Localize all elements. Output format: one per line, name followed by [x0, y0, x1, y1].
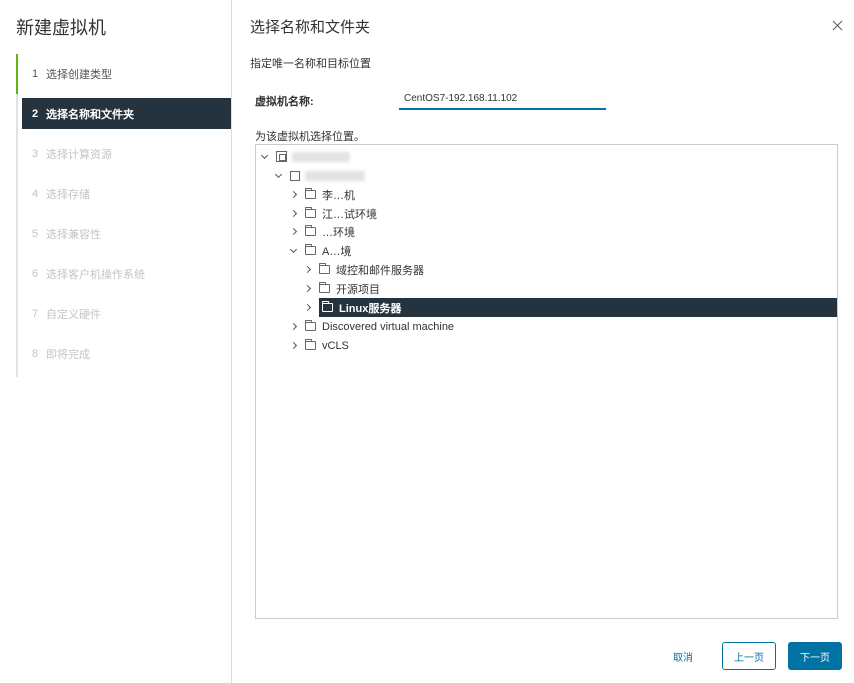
back-button[interactable]: 上一页 — [722, 642, 776, 670]
wizard-steps: 1 选择创建类型 2 选择名称和文件夹 3 选择计算资源 4 选择存储 5 选择兼容性 6… — [16, 54, 232, 377]
tree-node-folder[interactable]: Discovered virtual machine — [289, 317, 454, 336]
folder-label: 李…机 — [322, 189, 355, 202]
step-number: 6 — [32, 268, 39, 280]
wizard-main: 选择名称和文件夹 指定唯一名称和目标位置 虚拟机名称: 为该虚拟机选择位置。 李… — [232, 0, 854, 683]
tree-node-folder-expanded[interactable]: A…境 — [289, 241, 351, 260]
next-button[interactable]: 下一页 — [788, 642, 842, 670]
folder-tree: 李…机 江…试环境 …环境 A…境 域控和邮件服务器 开源项目 Linux服务器… — [255, 144, 838, 619]
step-2-name-folder[interactable]: 2 选择名称和文件夹 — [22, 98, 231, 129]
step-label: 选择创建类型 — [46, 69, 112, 81]
folder-icon — [305, 244, 316, 255]
tree-node-folder[interactable]: 江…试环境 — [289, 204, 377, 223]
folder-label: vCLS — [322, 339, 349, 352]
step-label: 选择名称和文件夹 — [46, 108, 134, 121]
chevron-right-icon[interactable] — [289, 209, 299, 219]
chevron-right-icon[interactable] — [289, 322, 299, 332]
folder-icon — [319, 282, 330, 293]
folder-label: …环境 — [322, 226, 355, 239]
step-number: 1 — [32, 68, 39, 80]
folder-icon — [305, 225, 316, 236]
chevron-down-icon[interactable] — [289, 246, 299, 256]
step-label: 选择客户机操作系统 — [46, 269, 145, 281]
step-number: 2 — [32, 107, 39, 120]
chevron-down-icon[interactable] — [274, 171, 284, 181]
folder-label: 江…试环境 — [322, 208, 377, 221]
chevron-right-icon[interactable] — [303, 303, 313, 313]
step-1-select-type[interactable]: 1 选择创建类型 — [16, 54, 232, 94]
step-6-guest-os: 6 选择客户机操作系统 — [16, 254, 232, 294]
step-label: 即将完成 — [46, 349, 90, 361]
redacted-label — [292, 151, 350, 162]
redacted-label — [305, 170, 365, 181]
vm-name-label: 虚拟机名称: — [255, 96, 314, 108]
step-number: 8 — [32, 348, 39, 360]
chevron-right-icon[interactable] — [289, 190, 299, 200]
chevron-right-icon[interactable] — [303, 284, 313, 294]
step-number: 7 — [32, 308, 39, 320]
tree-node-vcenter[interactable] — [260, 147, 350, 166]
step-label: 选择存储 — [46, 189, 90, 201]
folder-icon — [305, 320, 316, 331]
folder-icon — [319, 263, 330, 274]
folder-icon — [305, 339, 316, 350]
tree-node-folder[interactable]: 域控和邮件服务器 — [303, 260, 424, 279]
folder-label: Linux服务器 — [339, 302, 402, 315]
tree-node-datacenter[interactable] — [274, 166, 365, 185]
folder-icon — [305, 207, 316, 218]
folder-label: A…境 — [322, 245, 352, 258]
step-number: 3 — [32, 148, 39, 160]
cancel-button[interactable]: 取消 — [660, 642, 706, 670]
wizard-sidebar: 新建虚拟机 1 选择创建类型 2 选择名称和文件夹 3 选择计算资源 4 选择存储 5选… — [0, 0, 232, 683]
folder-label: Discovered virtual machine — [322, 320, 455, 333]
selected-folder-row[interactable]: Linux服务器 — [319, 298, 837, 317]
vcenter-icon — [276, 151, 287, 162]
page-title: 选择名称和文件夹 — [250, 19, 371, 36]
datacenter-icon — [290, 170, 300, 181]
tree-node-folder[interactable]: …环境 — [289, 222, 355, 241]
tree-node-folder[interactable]: vCLS — [289, 336, 349, 355]
step-8-ready-complete: 8 即将完成 — [16, 334, 232, 374]
step-label: 选择兼容性 — [46, 229, 101, 241]
tree-node-folder-selected[interactable]: Linux服务器 — [303, 298, 837, 317]
step-label: 选择计算资源 — [46, 149, 112, 161]
step-number: 5 — [32, 228, 39, 240]
tree-node-folder[interactable]: 李…机 — [289, 185, 355, 204]
step-7-customize-hardware: 7 自定义硬件 — [16, 294, 232, 334]
chevron-right-icon[interactable] — [289, 341, 299, 351]
vm-name-input[interactable] — [399, 89, 606, 110]
chevron-down-icon[interactable] — [260, 152, 270, 162]
page-subtitle: 指定唯一名称和目标位置 — [250, 58, 371, 70]
folder-icon — [322, 301, 333, 312]
chevron-right-icon[interactable] — [303, 265, 313, 275]
location-label: 为该虚拟机选择位置。 — [255, 131, 365, 143]
step-label: 自定义硬件 — [46, 309, 101, 321]
tree-node-folder[interactable]: 开源项目 — [303, 279, 380, 298]
folder-icon — [305, 188, 316, 199]
step-4-storage: 4 选择存储 — [16, 174, 232, 214]
step-3-compute-resource: 3 选择计算资源 — [16, 134, 232, 174]
step-number: 4 — [32, 188, 39, 200]
wizard-title: 新建虚拟机 — [16, 18, 106, 38]
step-5-compatibility: 5 选择兼容性 — [16, 214, 232, 254]
close-icon[interactable] — [831, 19, 845, 33]
folder-label: 开源项目 — [336, 283, 380, 296]
folder-label: 域控和邮件服务器 — [336, 264, 424, 277]
chevron-right-icon[interactable] — [289, 227, 299, 237]
